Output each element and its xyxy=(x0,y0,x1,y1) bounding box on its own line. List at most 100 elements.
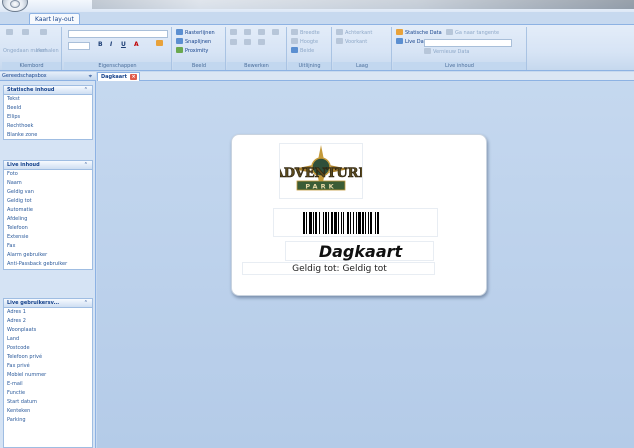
toolbox-item-beeld[interactable]: Beeld xyxy=(4,104,92,113)
toolbox-item-land[interactable]: Land xyxy=(4,335,92,344)
section-header-live-user[interactable]: Live gebruikersv... ⌃ xyxy=(4,299,92,308)
toolbox-item-geldig-tot[interactable]: Geldig tot xyxy=(4,197,92,206)
same-width-button[interactable]: Breedte xyxy=(291,29,320,37)
same-height-button[interactable]: Hoogte xyxy=(291,38,318,46)
toolbox-item-geldig-van[interactable]: Geldig van xyxy=(4,188,92,197)
underline-button[interactable]: U xyxy=(121,41,126,48)
ribbon-group-edit: Bewerken xyxy=(227,27,287,70)
goto-record-button[interactable]: Ga naar tangente xyxy=(446,29,499,37)
section-header-live[interactable]: Live inhoud ⌃ xyxy=(4,161,92,170)
ribbon: Ongedaan maken Herhalen Klembord B I U A… xyxy=(0,24,634,71)
toolbox-item-naam[interactable]: Naam xyxy=(4,179,92,188)
toolbox-item-parking[interactable]: Parking xyxy=(4,416,92,425)
toolbox-item-afdeling[interactable]: Afdeling xyxy=(4,215,92,224)
toolbox-item-adres-1[interactable]: Adres 1 xyxy=(4,308,92,317)
section-static-content: Statische inhoud ⌃ Tekst Beeld Ellips Rec… xyxy=(3,85,93,140)
snaplines-icon xyxy=(176,38,183,44)
section-title: Statische inhoud xyxy=(7,87,55,93)
align-center-icon[interactable] xyxy=(244,29,253,37)
distribute-icon[interactable] xyxy=(272,29,281,37)
font-name-select[interactable] xyxy=(68,30,168,38)
bring-front-button[interactable]: Voorkant xyxy=(336,38,367,46)
gridlines-icon xyxy=(176,29,183,35)
section-live-user-fields: Live gebruikersv... ⌃ Adres 1 Adres 2 Woo… xyxy=(3,298,93,448)
toolbox-item-kenteken[interactable]: Kenteken xyxy=(4,407,92,416)
barcode-field[interactable] xyxy=(273,208,438,237)
align-left-icon[interactable] xyxy=(230,29,239,37)
toolbox-item-e-mail[interactable]: E-mail xyxy=(4,380,92,389)
redo-button[interactable]: Herhalen xyxy=(36,47,59,55)
ribbon-group-alignment: Breedte Hoogte Beide Uitlijning xyxy=(288,27,332,70)
ribbon-group-caption: Bewerken xyxy=(227,62,286,70)
toolbox-item-blanke-zone[interactable]: Blanke zone xyxy=(4,131,92,140)
snaplines-button[interactable]: Snaplijnen xyxy=(176,38,211,46)
same-width-label: Breedte xyxy=(300,30,320,36)
toolbox-item-adres-2[interactable]: Adres 2 xyxy=(4,317,92,326)
card-preview[interactable]: ADVENTURE PARK Dagkaart Geldig tot: Geld… xyxy=(231,134,487,296)
collapse-chevron-icon[interactable]: ⌃ xyxy=(84,161,88,170)
snaplines-label: Snaplijnen xyxy=(185,39,212,45)
align-right-icon[interactable] xyxy=(258,29,267,37)
ribbon-group-caption: Beeld xyxy=(173,62,225,70)
toolbox-item-woonplaats[interactable]: Woonplaats xyxy=(4,326,92,335)
pin-icon[interactable]: ⌖ xyxy=(89,72,92,81)
toolbox-item-rechthoek[interactable]: Rechthoek xyxy=(4,122,92,131)
toolbox-item-start-datum[interactable]: Start datum xyxy=(4,398,92,407)
toolbox-item-telefoon-prive[interactable]: Telefoon privé xyxy=(4,353,92,362)
toolbox-item-automatie[interactable]: Automatie xyxy=(4,206,92,215)
toolbox-item-functie[interactable]: Functie xyxy=(4,389,92,398)
gridlines-button[interactable]: Rasterlijnen xyxy=(176,29,215,37)
ribbon-group-caption: Eigenschappen xyxy=(64,62,171,70)
align-top-icon[interactable] xyxy=(230,39,239,47)
highlight-icon[interactable] xyxy=(156,40,165,48)
paste-icon[interactable] xyxy=(40,29,49,37)
toolbox-item-postcode[interactable]: Postcode xyxy=(4,344,92,353)
refresh-data-button[interactable]: Vernieuw Data xyxy=(424,48,470,56)
section-title: Live gebruikersv... xyxy=(7,300,60,306)
valid-until-line: Geldig tot: Geldig tot xyxy=(243,263,436,275)
align-bottom-icon[interactable] xyxy=(258,39,267,47)
font-size-select[interactable] xyxy=(68,42,90,50)
record-search-input[interactable] xyxy=(424,39,512,47)
section-title: Live inhoud xyxy=(7,162,40,168)
proximity-button[interactable]: Proximity xyxy=(176,47,208,55)
ribbon-group-caption: Laag xyxy=(333,62,391,70)
proximity-label: Proximity xyxy=(185,48,209,54)
toolbox-item-mobiel-nummer[interactable]: Mobiel nummer xyxy=(4,371,92,380)
toolbox-item-tekst[interactable]: Tekst xyxy=(4,95,92,104)
close-icon[interactable]: × xyxy=(130,74,138,80)
toolbox-item-ellips[interactable]: Ellips xyxy=(4,113,92,122)
toolbox-item-anti-passback[interactable]: Anti-Passback gebruiker xyxy=(4,260,92,269)
ribbon-group-caption: Klembord xyxy=(2,62,61,70)
same-size-button[interactable]: Beide xyxy=(291,47,314,55)
title-field[interactable]: Dagkaart xyxy=(285,241,434,261)
toolbox-item-fax-prive[interactable]: Fax privé xyxy=(4,362,92,371)
collapse-chevron-icon[interactable]: ⌃ xyxy=(84,86,88,95)
live-data-icon xyxy=(396,38,403,44)
redo-icon[interactable] xyxy=(22,29,31,37)
undo-icon[interactable] xyxy=(6,29,15,37)
card-title: Dagkaart xyxy=(318,242,403,261)
toolbox-item-telefoon[interactable]: Telefoon xyxy=(4,224,92,233)
ribbon-group-properties: B I U A Eigenschappen xyxy=(64,27,172,70)
barcode-graphic xyxy=(303,212,379,234)
collapse-chevron-icon[interactable]: ⌃ xyxy=(84,299,88,308)
static-data-button[interactable]: Statische Data xyxy=(396,29,442,37)
valid-until-field[interactable]: Geldig tot: Geldig tot xyxy=(242,262,435,275)
send-back-button[interactable]: Achterkant xyxy=(336,29,372,37)
tab-dagkaart[interactable]: Dagkaart × xyxy=(97,72,141,81)
ribbon-group-caption: Uitlijning xyxy=(288,62,331,70)
font-color-button[interactable]: A xyxy=(134,41,139,48)
bold-button[interactable]: B xyxy=(98,41,103,48)
document-tab-strip: Dagkaart × xyxy=(97,72,634,81)
section-header-static[interactable]: Statische inhoud ⌃ xyxy=(4,86,92,95)
italic-button[interactable]: I xyxy=(110,41,112,48)
align-middle-icon[interactable] xyxy=(244,39,253,47)
adventure-park-logo[interactable]: ADVENTURE PARK xyxy=(272,143,369,199)
toolbox-item-extensie[interactable]: Extensie xyxy=(4,233,92,242)
toolbox-item-alarm-gebruiker[interactable]: Alarm gebruiker xyxy=(4,251,92,260)
toolbox-item-foto[interactable]: Foto xyxy=(4,170,92,179)
ribbon-group-layer: Achterkant Voorkant Laag xyxy=(333,27,392,70)
toolbox-item-fax[interactable]: Fax xyxy=(4,242,92,251)
tab-label: Dagkaart xyxy=(101,74,128,80)
